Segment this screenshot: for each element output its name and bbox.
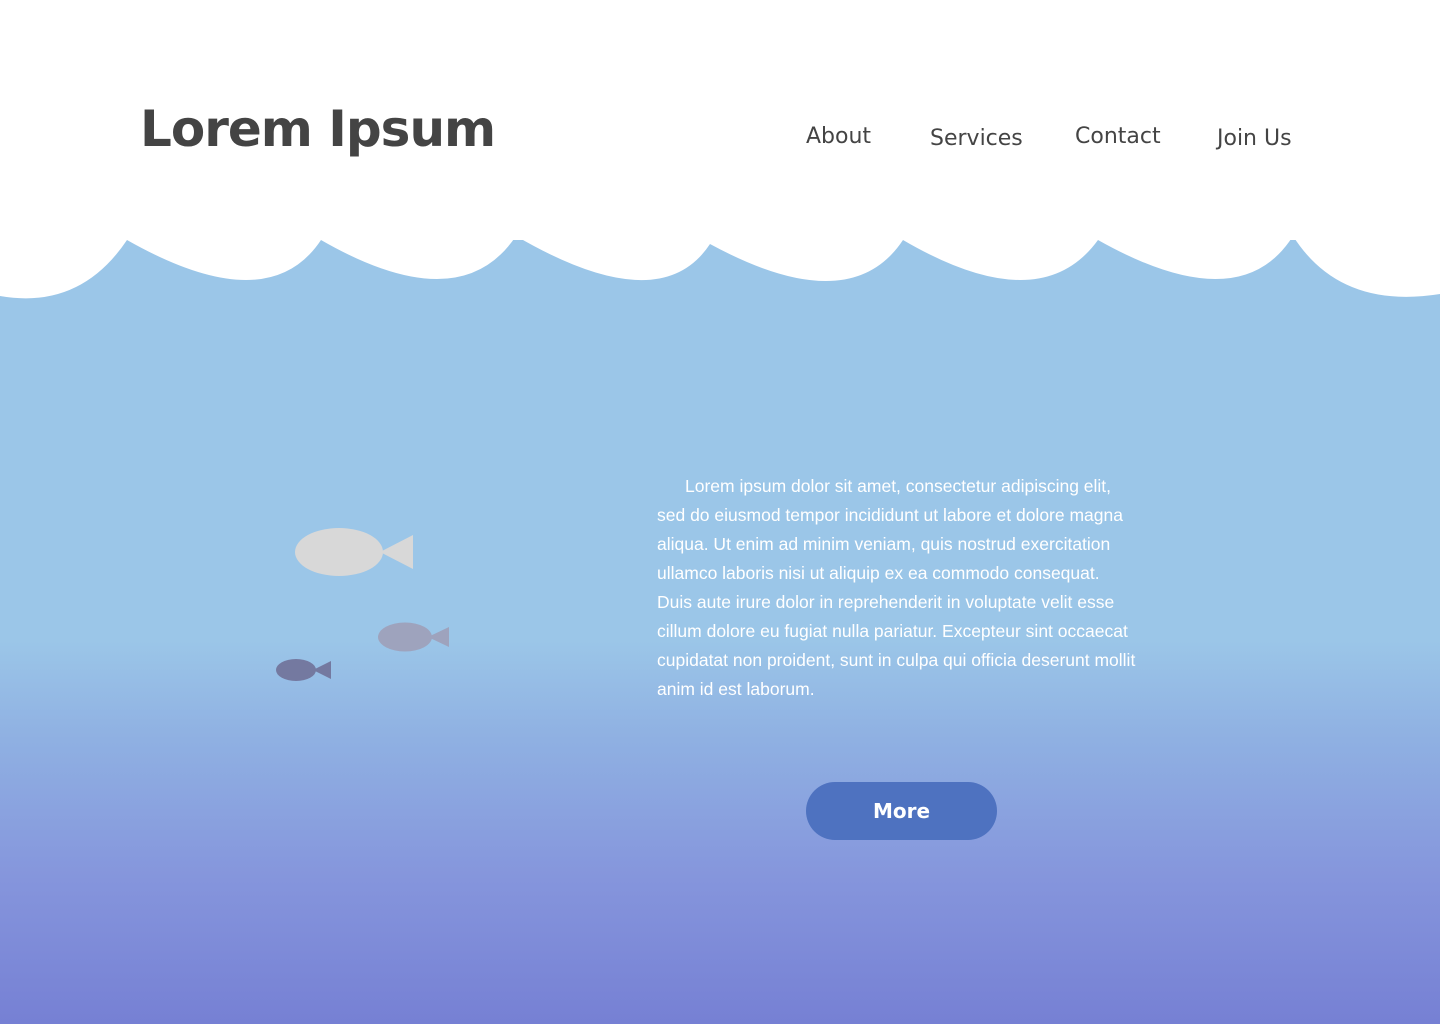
- nav-services[interactable]: Services: [930, 126, 1023, 151]
- site-logo[interactable]: Lorem Ipsum: [140, 100, 496, 158]
- fish-large-icon: [295, 528, 413, 576]
- nav-about[interactable]: About: [806, 124, 871, 149]
- fish-small-icon: [276, 659, 331, 681]
- landing-page: Lorem Ipsum About Services Contact Join …: [0, 0, 1440, 1024]
- fish-medium-icon: [378, 622, 449, 652]
- nav-join-us[interactable]: Join Us: [1217, 126, 1292, 151]
- wave-border: [0, 200, 1440, 299]
- intro-paragraph: Lorem ipsum dolor sit amet, consectetur …: [657, 476, 1136, 699]
- more-button[interactable]: More: [806, 782, 997, 840]
- nav-contact[interactable]: Contact: [1075, 124, 1161, 149]
